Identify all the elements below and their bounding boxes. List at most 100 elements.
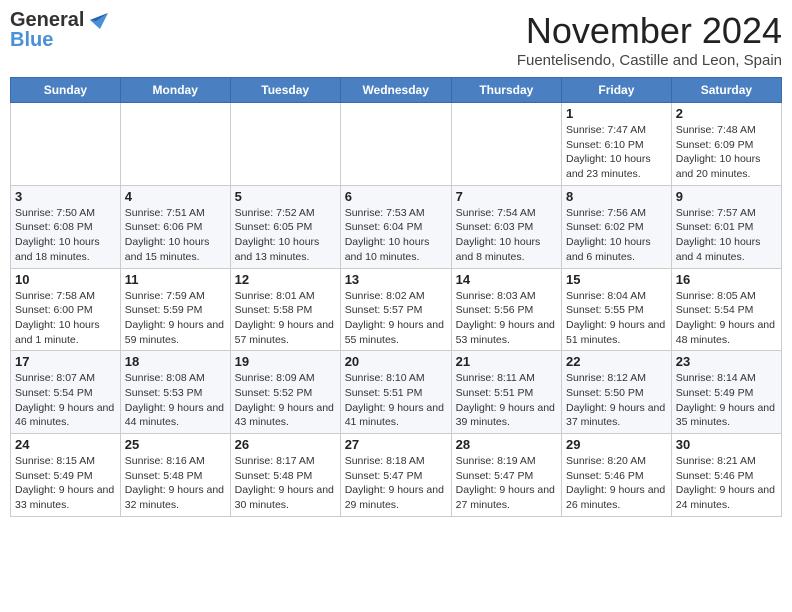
calendar-cell: 8 Sunrise: 7:56 AM Sunset: 6:02 PM Daylig… [561, 185, 671, 268]
day-info: Sunrise: 7:57 AM Sunset: 6:01 PM Dayligh… [676, 206, 777, 265]
day-number: 11 [125, 272, 226, 287]
calendar-cell: 7 Sunrise: 7:54 AM Sunset: 6:03 PM Daylig… [451, 185, 561, 268]
day-info: Sunrise: 8:12 AM Sunset: 5:50 PM Dayligh… [566, 371, 667, 430]
calendar-cell: 30 Sunrise: 8:21 AM Sunset: 5:46 PM Dayli… [671, 434, 781, 517]
day-info: Sunrise: 8:02 AM Sunset: 5:57 PM Dayligh… [345, 289, 447, 348]
day-number: 23 [676, 354, 777, 369]
day-info: Sunrise: 8:18 AM Sunset: 5:47 PM Dayligh… [345, 454, 447, 513]
calendar-cell [340, 103, 451, 186]
calendar-table: SundayMondayTuesdayWednesdayThursdayFrid… [10, 77, 782, 517]
calendar-cell: 25Sunrise: 8:16 AM Sunset: 5:48 PM Dayli… [120, 434, 230, 517]
calendar-cell: 15Sunrise: 8:04 AM Sunset: 5:55 PM Dayli… [561, 268, 671, 351]
day-info: Sunrise: 7:54 AM Sunset: 6:03 PM Dayligh… [456, 206, 557, 265]
day-number: 7 [456, 189, 557, 204]
calendar-cell: 21 Sunrise: 8:11 AM Sunset: 5:51 PM Dayli… [451, 351, 561, 434]
calendar-cell: 3 Sunrise: 7:50 AM Sunset: 6:08 PM Daylig… [11, 185, 121, 268]
calendar-week-row: 1Sunrise: 7:47 AM Sunset: 6:10 PM Daylig… [11, 103, 782, 186]
day-info: Sunrise: 8:20 AM Sunset: 5:46 PM Dayligh… [566, 454, 667, 513]
calendar-cell [230, 103, 340, 186]
calendar-cell: 23 Sunrise: 8:14 AM Sunset: 5:49 PM Dayli… [671, 351, 781, 434]
title-block: November 2024 Fuentelisendo, Castille an… [517, 10, 782, 69]
calendar-cell: 20Sunrise: 8:10 AM Sunset: 5:51 PM Dayli… [340, 351, 451, 434]
calendar-cell: 17 Sunrise: 8:07 AM Sunset: 5:54 PM Dayli… [11, 351, 121, 434]
day-number: 4 [125, 189, 226, 204]
calendar-cell: 16Sunrise: 8:05 AM Sunset: 5:54 PM Dayli… [671, 268, 781, 351]
calendar-cell: 5 Sunrise: 7:52 AM Sunset: 6:05 PM Daylig… [230, 185, 340, 268]
calendar-cell [120, 103, 230, 186]
calendar-cell: 13 Sunrise: 8:02 AM Sunset: 5:57 PM Dayli… [340, 268, 451, 351]
calendar-week-row: 10 Sunrise: 7:58 AM Sunset: 6:00 PM Dayli… [11, 268, 782, 351]
calendar-cell: 28 Sunrise: 8:19 AM Sunset: 5:47 PM Dayli… [451, 434, 561, 517]
day-of-week-header: Friday [561, 78, 671, 103]
day-info: Sunrise: 8:19 AM Sunset: 5:47 PM Dayligh… [456, 454, 557, 513]
calendar-cell: 4Sunrise: 7:51 AM Sunset: 6:06 PM Daylig… [120, 185, 230, 268]
calendar-cell: 11 Sunrise: 7:59 AM Sunset: 5:59 PM Dayli… [120, 268, 230, 351]
day-of-week-header: Saturday [671, 78, 781, 103]
calendar-cell: 14Sunrise: 8:03 AM Sunset: 5:56 PM Dayli… [451, 268, 561, 351]
day-info: Sunrise: 8:08 AM Sunset: 5:53 PM Dayligh… [125, 371, 226, 430]
day-of-week-header: Tuesday [230, 78, 340, 103]
day-number: 21 [456, 354, 557, 369]
day-of-week-header: Monday [120, 78, 230, 103]
day-number: 30 [676, 437, 777, 452]
day-of-week-header: Wednesday [340, 78, 451, 103]
calendar-cell: 9 Sunrise: 7:57 AM Sunset: 6:01 PM Daylig… [671, 185, 781, 268]
calendar-cell: 26 Sunrise: 8:17 AM Sunset: 5:48 PM Dayli… [230, 434, 340, 517]
calendar-cell [11, 103, 121, 186]
day-info: Sunrise: 8:15 AM Sunset: 5:49 PM Dayligh… [15, 454, 116, 513]
day-number: 17 [15, 354, 116, 369]
day-number: 12 [235, 272, 336, 287]
day-number: 19 [235, 354, 336, 369]
calendar-week-row: 3 Sunrise: 7:50 AM Sunset: 6:08 PM Daylig… [11, 185, 782, 268]
day-number: 26 [235, 437, 336, 452]
day-info: Sunrise: 8:14 AM Sunset: 5:49 PM Dayligh… [676, 371, 777, 430]
month-title: November 2024 [517, 10, 782, 52]
calendar-cell: 27 Sunrise: 8:18 AM Sunset: 5:47 PM Dayli… [340, 434, 451, 517]
day-info: Sunrise: 8:11 AM Sunset: 5:51 PM Dayligh… [456, 371, 557, 430]
day-number: 29 [566, 437, 667, 452]
day-info: Sunrise: 8:17 AM Sunset: 5:48 PM Dayligh… [235, 454, 336, 513]
day-number: 28 [456, 437, 557, 452]
logo-bird-icon [86, 11, 108, 29]
logo: General Blue [10, 10, 108, 50]
calendar-header-row: SundayMondayTuesdayWednesdayThursdayFrid… [11, 78, 782, 103]
day-info: Sunrise: 8:09 AM Sunset: 5:52 PM Dayligh… [235, 371, 336, 430]
day-info: Sunrise: 7:50 AM Sunset: 6:08 PM Dayligh… [15, 206, 116, 265]
day-of-week-header: Thursday [451, 78, 561, 103]
day-info: Sunrise: 7:53 AM Sunset: 6:04 PM Dayligh… [345, 206, 447, 265]
calendar-cell: 18 Sunrise: 8:08 AM Sunset: 5:53 PM Dayli… [120, 351, 230, 434]
calendar-cell [451, 103, 561, 186]
day-info: Sunrise: 8:07 AM Sunset: 5:54 PM Dayligh… [15, 371, 116, 430]
day-info: Sunrise: 7:56 AM Sunset: 6:02 PM Dayligh… [566, 206, 667, 265]
day-number: 8 [566, 189, 667, 204]
logo-blue-text: Blue [10, 30, 53, 50]
day-info: Sunrise: 7:52 AM Sunset: 6:05 PM Dayligh… [235, 206, 336, 265]
day-number: 22 [566, 354, 667, 369]
day-number: 18 [125, 354, 226, 369]
calendar-cell: 12 Sunrise: 8:01 AM Sunset: 5:58 PM Dayli… [230, 268, 340, 351]
day-number: 13 [345, 272, 447, 287]
day-number: 25 [125, 437, 226, 452]
day-info: Sunrise: 8:04 AM Sunset: 5:55 PM Dayligh… [566, 289, 667, 348]
day-number: 3 [15, 189, 116, 204]
calendar-cell: 6 Sunrise: 7:53 AM Sunset: 6:04 PM Daylig… [340, 185, 451, 268]
day-number: 5 [235, 189, 336, 204]
calendar-cell: 24 Sunrise: 8:15 AM Sunset: 5:49 PM Dayli… [11, 434, 121, 517]
day-number: 14 [456, 272, 557, 287]
day-info: Sunrise: 8:01 AM Sunset: 5:58 PM Dayligh… [235, 289, 336, 348]
day-number: 24 [15, 437, 116, 452]
calendar-cell: 22 Sunrise: 8:12 AM Sunset: 5:50 PM Dayli… [561, 351, 671, 434]
day-info: Sunrise: 8:21 AM Sunset: 5:46 PM Dayligh… [676, 454, 777, 513]
day-number: 6 [345, 189, 447, 204]
calendar-cell: 10 Sunrise: 7:58 AM Sunset: 6:00 PM Dayli… [11, 268, 121, 351]
day-info: Sunrise: 7:58 AM Sunset: 6:00 PM Dayligh… [15, 289, 116, 348]
day-number: 9 [676, 189, 777, 204]
day-number: 2 [676, 106, 777, 121]
day-number: 10 [15, 272, 116, 287]
day-number: 27 [345, 437, 447, 452]
calendar-week-row: 24 Sunrise: 8:15 AM Sunset: 5:49 PM Dayli… [11, 434, 782, 517]
day-of-week-header: Sunday [11, 78, 121, 103]
location-title: Fuentelisendo, Castille and Leon, Spain [517, 52, 782, 69]
calendar-cell: 1Sunrise: 7:47 AM Sunset: 6:10 PM Daylig… [561, 103, 671, 186]
day-info: Sunrise: 7:59 AM Sunset: 5:59 PM Dayligh… [125, 289, 226, 348]
